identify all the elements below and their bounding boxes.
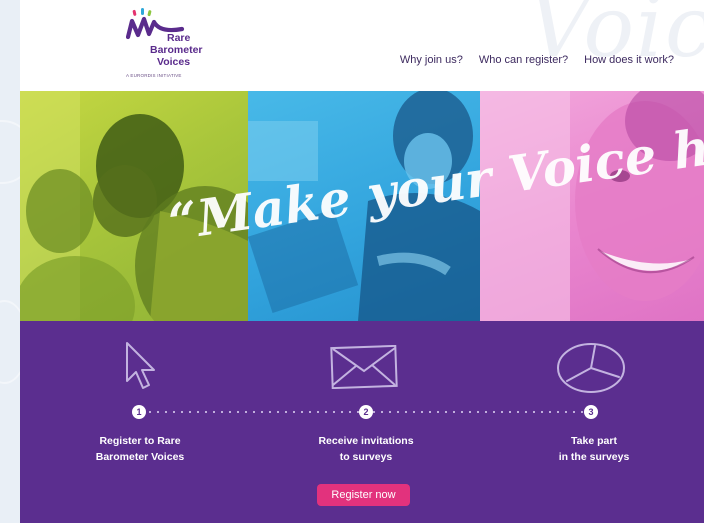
header: Voic Rare Barometer Voices A EURORDIS IN… (20, 0, 704, 91)
nav-who-can-register[interactable]: Who can register? (479, 54, 568, 66)
main-nav: Why join us? Who can register? How does … (400, 54, 674, 66)
step-surveys-text: Take part in the surveys (520, 433, 668, 465)
pie-chart-icon (557, 343, 625, 393)
register-now-button[interactable]: Register now (317, 484, 410, 506)
step-text-line: Take part (571, 435, 617, 447)
hero-photo-woman-device (248, 91, 480, 321)
logo-name-line: Voices (157, 56, 191, 68)
step-register-text: Register to Rare Barometer Voices (68, 433, 212, 465)
cursor-icon (126, 342, 155, 389)
nav-why-join-us[interactable]: Why join us? (400, 54, 463, 66)
logo[interactable]: Rare Barometer Voices A EURORDIS INITIAT… (124, 7, 214, 79)
hero-banner: “Make your Voice heard!” (20, 91, 704, 321)
hero-photo-mother-child (20, 91, 248, 321)
step-number: 1 (132, 405, 146, 419)
step-text-line: to surveys (339, 451, 393, 463)
page: Voic Rare Barometer Voices A EURORDIS IN… (20, 0, 704, 523)
step-text-line: Barometer Voices (95, 451, 185, 463)
envelope-icon (330, 345, 398, 389)
logo-tagline: A EURORDIS INITIATIVE (126, 73, 182, 78)
logo-name-line: Rare (167, 32, 191, 44)
step-invitations-text: Receive invitations to surveys (292, 433, 440, 465)
step-text-line: in the surveys (558, 451, 630, 463)
step-text-line: Register to Rare (99, 435, 181, 447)
hero-photo-smiling-girl (480, 91, 704, 321)
step-text-line: Receive invitations (318, 435, 414, 447)
nav-how-does-it-work[interactable]: How does it work? (584, 54, 674, 66)
logo-name-line: Barometer (150, 44, 203, 56)
step-number: 2 (359, 405, 373, 419)
how-it-works-steps: 1 2 3 Register to Rare Barometer Voices … (20, 321, 704, 523)
step-number: 3 (584, 405, 598, 419)
